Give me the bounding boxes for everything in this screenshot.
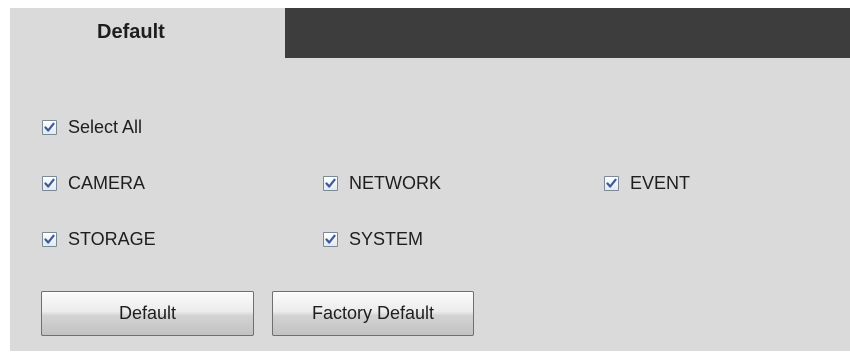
storage-option[interactable]: STORAGE xyxy=(42,228,156,250)
checkmark-icon xyxy=(44,122,55,132)
camera-label: CAMERA xyxy=(68,172,146,193)
checkmark-icon xyxy=(44,234,55,244)
camera-checkbox[interactable] xyxy=(42,175,57,191)
system-checkbox[interactable] xyxy=(323,231,338,247)
tab-default[interactable]: Default xyxy=(10,8,285,58)
event-option[interactable]: EVENT xyxy=(604,172,690,194)
checkmark-icon xyxy=(44,178,55,188)
system-option[interactable]: SYSTEM xyxy=(323,228,423,250)
select-all-option[interactable]: Select All xyxy=(42,116,142,138)
default-button[interactable]: Default xyxy=(41,291,254,336)
select-all-checkbox[interactable] xyxy=(42,119,57,135)
checkmark-icon xyxy=(325,234,336,244)
storage-checkbox[interactable] xyxy=(42,231,57,247)
event-label: EVENT xyxy=(630,172,691,193)
factory-default-button[interactable]: Factory Default xyxy=(272,291,474,336)
network-option[interactable]: NETWORK xyxy=(323,172,441,194)
storage-label: STORAGE xyxy=(68,228,156,249)
default-settings-panel: Default Select All CAMERA NETWORK EVENT … xyxy=(10,8,850,351)
camera-option[interactable]: CAMERA xyxy=(42,172,145,194)
checkmark-icon xyxy=(325,178,336,188)
system-label: SYSTEM xyxy=(349,228,424,249)
network-checkbox[interactable] xyxy=(323,175,338,191)
network-label: NETWORK xyxy=(349,172,441,193)
select-all-label: Select All xyxy=(68,116,143,137)
checkmark-icon xyxy=(606,178,617,188)
tab-default-label: Default xyxy=(97,21,165,43)
event-checkbox[interactable] xyxy=(604,175,619,191)
